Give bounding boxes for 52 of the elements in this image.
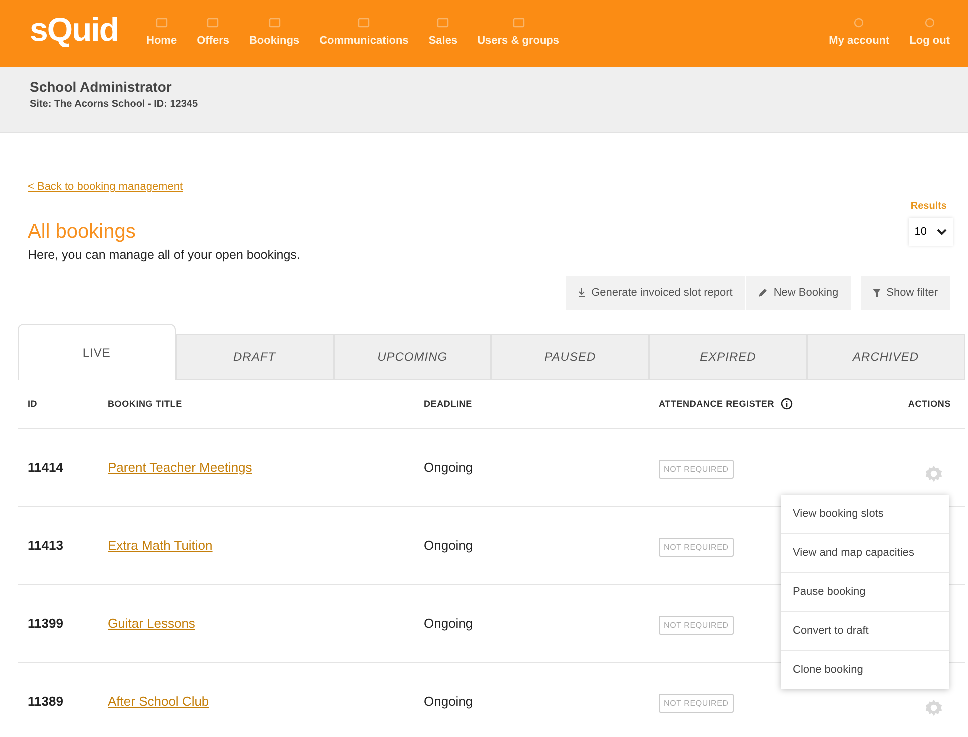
menu-item[interactable]: Clone booking — [781, 650, 949, 688]
booking-id: 11399 — [28, 616, 64, 631]
chevron-down-icon — [937, 228, 947, 236]
nav-icon — [356, 16, 372, 28]
status-tab[interactable]: DRAFT — [176, 334, 334, 380]
status-tab[interactable]: UPCOMING — [334, 334, 492, 380]
nav-icon — [154, 16, 170, 28]
register-status-tag: NOT REQUIRED — [659, 616, 734, 634]
column-header: ATTENDANCE REGISTER — [659, 399, 775, 409]
download-icon — [578, 288, 586, 298]
deadline-cell-text: Ongoing — [424, 616, 474, 631]
menu-item[interactable]: View and map capacities — [781, 534, 949, 572]
user-role: School Administrator — [30, 79, 173, 95]
register-status-tag: NOT REQUIRED — [659, 460, 734, 478]
column-header: BOOKING TITLE — [108, 399, 184, 409]
page-description: Here, you can manage all of your open bookings. — [28, 248, 300, 262]
register-status-tag: NOT REQUIRED — [659, 694, 734, 712]
pencil-icon — [758, 288, 768, 298]
status-tab[interactable]: LIVE — [18, 324, 176, 380]
status-tab[interactable]: PAUSED — [491, 334, 650, 380]
menu-item[interactable]: View booking slots — [781, 494, 949, 534]
booking-title-link[interactable]: Guitar Lessons — [108, 616, 196, 630]
menu-item[interactable]: Pause booking — [781, 572, 949, 612]
status-tab[interactable]: EXPIRED — [649, 334, 808, 380]
nav-icon — [205, 16, 222, 28]
menu-item[interactable]: Convert to draft — [781, 612, 949, 650]
booking-title-link[interactable]: Parent Teacher Meetings — [108, 460, 252, 474]
column-header: ACTIONS — [907, 399, 951, 409]
site-info: Site: The Acorns School - ID: 12345 — [30, 99, 200, 110]
booking-id: 11414 — [28, 460, 64, 475]
nav-icon — [435, 16, 452, 28]
settings-icon[interactable] — [925, 698, 943, 716]
column-header: ID — [28, 399, 39, 409]
page-title: All bookings — [28, 221, 137, 244]
nav-icon — [510, 16, 527, 28]
deadline-cell-text: Ongoing — [424, 694, 474, 709]
booking-id: 11413 — [28, 538, 64, 553]
register-status-tag: NOT REQUIRED — [659, 538, 734, 556]
booking-id: 11389 — [28, 694, 64, 709]
booking-title-link[interactable]: After School Club — [108, 694, 210, 708]
column-header: DEADLINE — [424, 399, 474, 409]
deadline-cell-text: Ongoing — [424, 460, 474, 475]
nav-icon — [266, 16, 283, 28]
deadline-cell-text: Ongoing — [424, 538, 474, 553]
results-dropdown[interactable]: 10 — [908, 218, 953, 246]
settings-icon[interactable] — [925, 464, 943, 482]
booking-title-link[interactable]: Extra Math Tuition — [108, 538, 213, 552]
filter-icon — [872, 289, 881, 297]
filter-button[interactable]: Show filter — [860, 276, 950, 310]
results-label: Results — [910, 201, 947, 212]
info-icon[interactable] — [780, 398, 793, 410]
status-tab[interactable]: ARCHIVED — [807, 334, 965, 380]
